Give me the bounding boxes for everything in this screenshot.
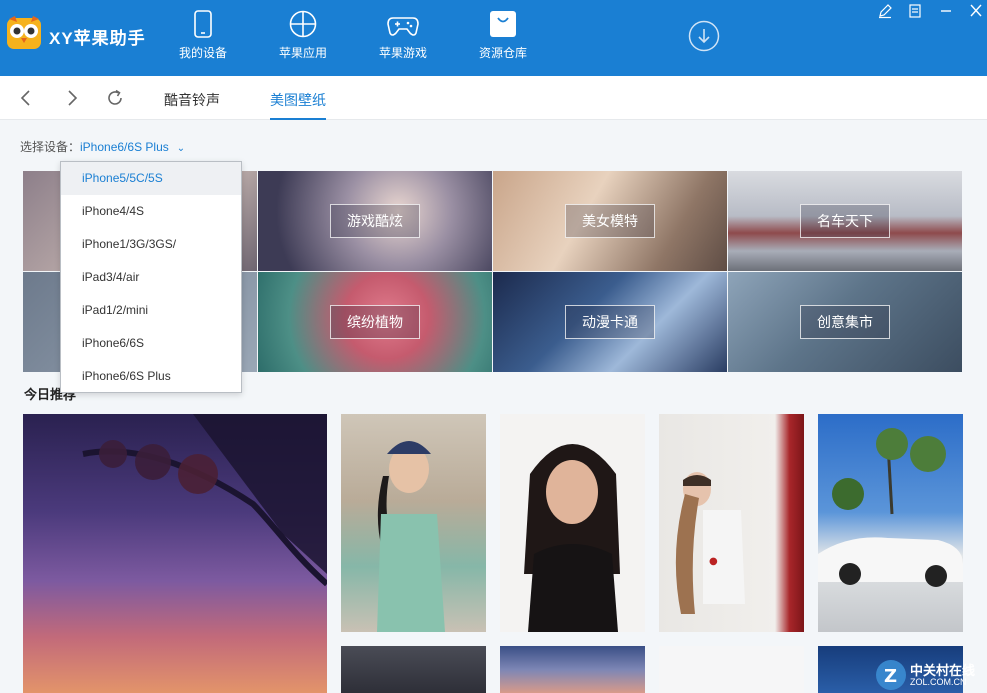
- category-label: 美女模特: [565, 204, 655, 238]
- app-title: XY苹果助手: [49, 29, 146, 48]
- tab-ringtones[interactable]: 酷音铃声: [164, 90, 220, 120]
- chevron-down-icon[interactable]: ⌄: [177, 143, 185, 154]
- nav-label: 我的设备: [178, 46, 227, 60]
- category-label: 缤纷植物: [330, 305, 420, 339]
- refresh-icon[interactable]: [106, 89, 124, 107]
- nav-label: 资源仓库: [478, 46, 527, 60]
- zol-logo-icon: Z: [876, 660, 906, 690]
- watermark-sub: ZOL.COM.CN: [910, 677, 967, 687]
- device-option[interactable]: iPhone5/5C/5S: [61, 162, 241, 195]
- phone-icon: [194, 10, 212, 38]
- girl-jersey-image: ●: [675, 472, 745, 614]
- category-tile-anime[interactable]: 动漫卡通: [493, 272, 727, 372]
- shopping-bag-icon: [490, 11, 516, 37]
- wallpaper-thumbnail[interactable]: [818, 414, 963, 632]
- category-tile-cars[interactable]: 名车天下: [728, 171, 962, 271]
- tree-silhouette-image: [82, 414, 327, 587]
- gamepad-icon: [387, 17, 419, 36]
- device-option[interactable]: iPad1/2/mini: [61, 294, 241, 327]
- nav-my-device[interactable]: 我的设备: [158, 10, 248, 70]
- device-option[interactable]: iPhone1/3G/3GS/: [61, 228, 241, 261]
- device-option[interactable]: iPad3/4/air: [61, 261, 241, 294]
- category-label: 动漫卡通: [565, 305, 655, 339]
- wallpaper-thumbnail[interactable]: [659, 646, 804, 693]
- owl-logo-icon: [7, 16, 41, 49]
- category-label: 名车天下: [800, 204, 890, 238]
- device-selector[interactable]: 选择设备：iPhone6/6S Plus ⌄: [20, 138, 185, 155]
- wallpaper-thumbnail[interactable]: [500, 646, 645, 693]
- forward-arrow-icon[interactable]: [63, 89, 81, 107]
- svg-text:●: ●: [709, 556, 718, 567]
- close-icon[interactable]: [967, 3, 985, 19]
- tab-wallpapers[interactable]: 美图壁纸: [270, 90, 326, 120]
- wallpaper-thumbnail[interactable]: ●: [659, 414, 804, 632]
- device-value[interactable]: iPhone6/6S Plus: [80, 140, 169, 154]
- category-tile-plants[interactable]: 缤纷植物: [258, 272, 492, 372]
- white-sportscar-image: [818, 428, 963, 587]
- apps-icon: [289, 10, 317, 38]
- girl-tongue-image: [524, 444, 620, 632]
- device-dropdown: iPhone5/5C/5S iPhone4/4S iPhone1/3G/3GS/…: [60, 161, 242, 393]
- nav-resource-store[interactable]: 资源仓库: [458, 10, 548, 70]
- wallpaper-thumbnail[interactable]: [23, 414, 327, 693]
- svg-text:Z: Z: [884, 666, 897, 687]
- nav-apple-apps[interactable]: 苹果应用: [258, 10, 348, 70]
- download-icon[interactable]: [688, 20, 720, 52]
- skin-pen-icon[interactable]: [876, 3, 894, 19]
- tab-bar: 酷音铃声 美图壁纸: [0, 76, 987, 120]
- category-label: 游戏酷炫: [330, 204, 420, 238]
- device-option[interactable]: iPhone6/6S Plus: [61, 360, 241, 393]
- menu-icon[interactable]: [906, 3, 924, 19]
- girl-cap-image: [377, 441, 445, 632]
- device-option[interactable]: iPhone6/6S: [61, 327, 241, 360]
- minimize-icon[interactable]: [937, 3, 955, 19]
- wallpaper-thumbnail[interactable]: [500, 414, 645, 632]
- device-option[interactable]: iPhone4/4S: [61, 195, 241, 228]
- nav-label: 苹果应用: [278, 46, 327, 60]
- device-label: 选择设备：: [20, 140, 81, 154]
- nav-apple-games[interactable]: 苹果游戏: [358, 10, 448, 70]
- zol-watermark: Z 中关村在线 ZOL.COM.CN: [874, 656, 987, 693]
- wallpaper-thumbnail[interactable]: [341, 646, 486, 693]
- category-tile-games[interactable]: 游戏酷炫: [258, 171, 492, 271]
- back-arrow-icon[interactable]: [17, 89, 35, 107]
- category-label: 创意集市: [800, 305, 890, 339]
- nav-label: 苹果游戏: [378, 46, 427, 60]
- wallpaper-thumbnail[interactable]: [341, 414, 486, 632]
- category-tile-models[interactable]: 美女模特: [493, 171, 727, 271]
- top-bar: XY苹果助手 我的设备 苹果应用 苹果游戏 资源仓库: [0, 0, 987, 76]
- category-tile-creative[interactable]: 创意集市: [728, 272, 962, 372]
